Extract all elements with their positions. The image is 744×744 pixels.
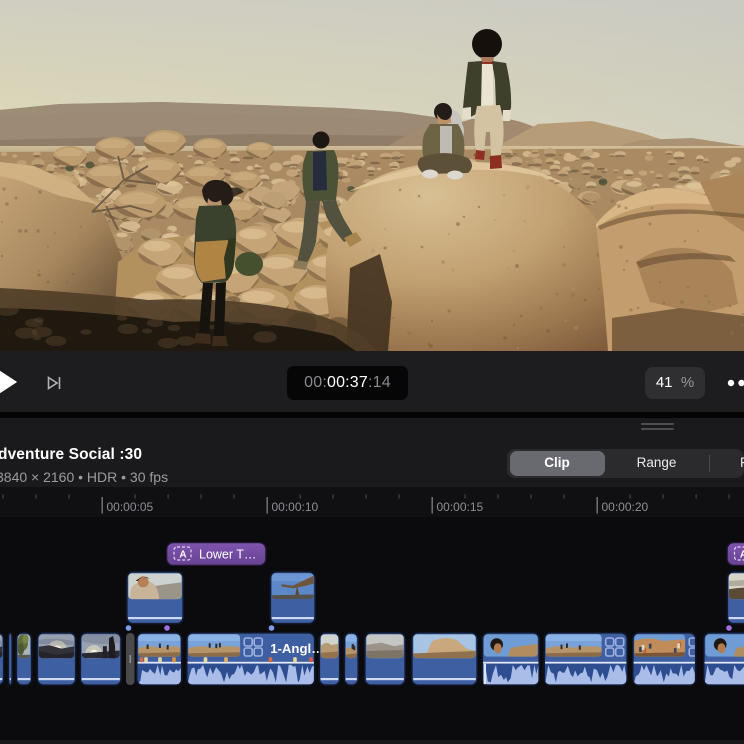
svg-text:Lower T…: Lower T…: [199, 548, 256, 562]
svg-text:00:00:15: 00:00:15: [437, 500, 484, 514]
svg-text:00:00:10: 00:00:10: [272, 500, 319, 514]
svg-text:1-Angl…: 1-Angl…: [270, 641, 324, 656]
svg-text:A: A: [179, 550, 186, 561]
svg-text:00:00:05: 00:00:05: [107, 500, 154, 514]
svg-text:A: A: [740, 550, 744, 561]
svg-text:00:00:20: 00:00:20: [602, 500, 649, 514]
